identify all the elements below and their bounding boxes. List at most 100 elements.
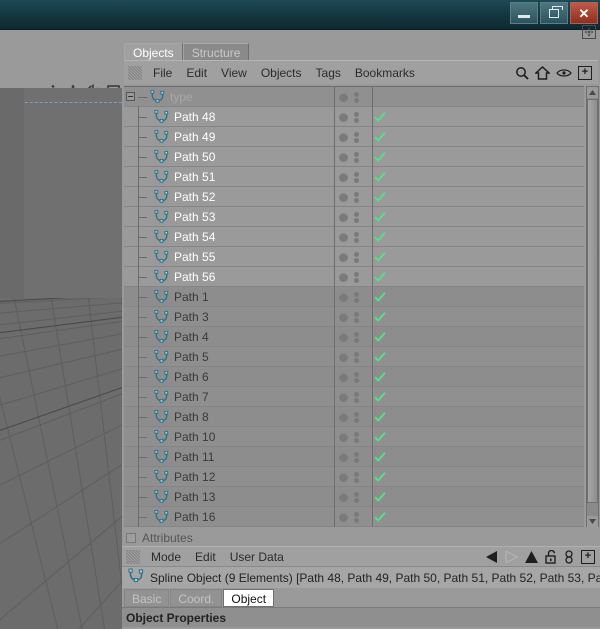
enabled-check-icon[interactable] [374, 350, 386, 362]
enabled-check-icon[interactable] [374, 110, 386, 122]
visibility-dot[interactable] [339, 312, 348, 322]
tree-row[interactable]: Path 12 [124, 466, 584, 487]
editor-visibility-dot[interactable] [354, 311, 359, 317]
row-dot-column[interactable] [334, 347, 372, 367]
visibility-dot[interactable] [339, 412, 348, 422]
row-dot-column[interactable] [334, 207, 372, 227]
tab-object[interactable]: Object [223, 589, 275, 607]
tree-row[interactable]: Path 10 [124, 426, 584, 447]
tab-coord[interactable]: Coord. [170, 589, 223, 607]
row-dot-column[interactable] [334, 107, 372, 127]
tree-row[interactable]: Path 1 [124, 286, 584, 307]
menubar-grip[interactable] [128, 65, 142, 80]
scroll-down-button[interactable] [587, 516, 598, 527]
visibility-dot-stack[interactable] [354, 391, 359, 403]
editor-visibility-dot[interactable] [354, 371, 359, 377]
tree-row-root[interactable]: type [124, 87, 584, 107]
editor-visibility-dot[interactable] [354, 491, 359, 497]
visibility-dot-stack[interactable] [354, 511, 359, 523]
tree-row[interactable]: Path 13 [124, 486, 584, 507]
visibility-dot[interactable] [339, 212, 348, 222]
menu-view[interactable]: View [214, 64, 254, 82]
tree-vertical-scrollbar[interactable] [586, 86, 599, 528]
menu-tags[interactable]: Tags [309, 64, 348, 82]
visibility-dot[interactable] [339, 192, 348, 202]
tree-row[interactable]: Path 3 [124, 306, 584, 327]
enabled-check-icon[interactable] [374, 470, 386, 482]
tree-row[interactable]: Path 4 [124, 326, 584, 347]
visibility-dot[interactable] [339, 132, 348, 142]
render-visibility-dot[interactable] [354, 157, 359, 163]
tree-row[interactable]: Path 16 [124, 506, 584, 527]
visibility-dot-stack[interactable] [354, 211, 359, 223]
visibility-dot[interactable] [339, 272, 348, 282]
enabled-check-icon[interactable] [374, 410, 386, 422]
visibility-dot-stack[interactable] [354, 411, 359, 423]
enabled-check-icon[interactable] [374, 170, 386, 182]
object-tree[interactable]: type Path 48 Path 49 Path 50 Path 51 Pat… [124, 86, 584, 528]
visibility-dot-stack[interactable] [354, 91, 359, 103]
close-button[interactable]: ✕ [570, 2, 598, 24]
tree-row[interactable]: Path 6 [124, 366, 584, 387]
attr-menu-mode[interactable]: Mode [144, 548, 188, 566]
enabled-check-icon[interactable] [374, 370, 386, 382]
visibility-dot-stack[interactable] [354, 131, 359, 143]
tree-row[interactable]: Path 5 [124, 346, 584, 367]
menu-file[interactable]: File [146, 64, 179, 82]
visibility-dot-stack[interactable] [354, 271, 359, 283]
visibility-dot-stack[interactable] [354, 491, 359, 503]
visibility-dot-stack[interactable] [354, 351, 359, 363]
visibility-dot-stack[interactable] [354, 451, 359, 463]
visibility-dot[interactable] [339, 292, 348, 302]
visibility-dot-stack[interactable] [354, 231, 359, 243]
render-visibility-dot[interactable] [354, 297, 359, 303]
collapse-toggle[interactable] [126, 91, 135, 101]
row-dot-column[interactable] [334, 267, 372, 287]
tree-row[interactable]: Path 48 [124, 106, 584, 127]
render-visibility-dot[interactable] [354, 257, 359, 263]
unlock-icon[interactable] [545, 549, 557, 564]
tree-row[interactable]: Path 50 [124, 146, 584, 167]
visibility-dot[interactable] [339, 492, 348, 502]
render-visibility-dot[interactable] [354, 137, 359, 143]
visibility-dot-stack[interactable] [354, 151, 359, 163]
editor-visibility-dot[interactable] [354, 151, 359, 157]
visibility-dot[interactable] [339, 332, 348, 342]
visibility-dot-stack[interactable] [354, 331, 359, 343]
render-visibility-dot[interactable] [354, 237, 359, 243]
editor-visibility-dot[interactable] [354, 111, 359, 117]
enabled-check-icon[interactable] [374, 510, 386, 522]
visibility-dot-stack[interactable] [354, 191, 359, 203]
menu-bookmarks[interactable]: Bookmarks [348, 64, 422, 82]
search-icon[interactable] [515, 66, 529, 80]
editor-visibility-dot[interactable] [354, 351, 359, 357]
back-arrow-icon[interactable] [485, 550, 498, 563]
visibility-dot[interactable] [339, 372, 348, 382]
minimize-button[interactable] [510, 2, 538, 24]
render-visibility-dot[interactable] [354, 377, 359, 383]
render-visibility-dot[interactable] [354, 517, 359, 523]
row-dot-column[interactable] [334, 407, 372, 427]
visibility-dot-stack[interactable] [354, 311, 359, 323]
visibility-dot[interactable] [339, 112, 348, 122]
tab-objects[interactable]: Objects [124, 43, 183, 60]
row-dot-column[interactable] [334, 187, 372, 207]
render-visibility-dot[interactable] [354, 177, 359, 183]
visibility-dot[interactable] [339, 512, 348, 522]
visibility-dot[interactable] [339, 472, 348, 482]
row-dot-column[interactable] [334, 87, 372, 107]
tree-row[interactable]: Path 54 [124, 226, 584, 247]
visibility-dot[interactable] [339, 152, 348, 162]
enabled-check-icon[interactable] [374, 270, 386, 282]
render-visibility-dot[interactable] [354, 437, 359, 443]
enabled-check-icon[interactable] [374, 490, 386, 502]
row-dot-column[interactable] [334, 227, 372, 247]
menu-objects[interactable]: Objects [254, 64, 309, 82]
tree-row[interactable]: Path 56 [124, 266, 584, 287]
row-dot-column[interactable] [334, 247, 372, 267]
render-visibility-dot[interactable] [354, 97, 359, 103]
visibility-dot-stack[interactable] [354, 111, 359, 123]
enabled-check-icon[interactable] [374, 230, 386, 242]
row-dot-column[interactable] [334, 487, 372, 507]
enabled-check-icon[interactable] [374, 430, 386, 442]
